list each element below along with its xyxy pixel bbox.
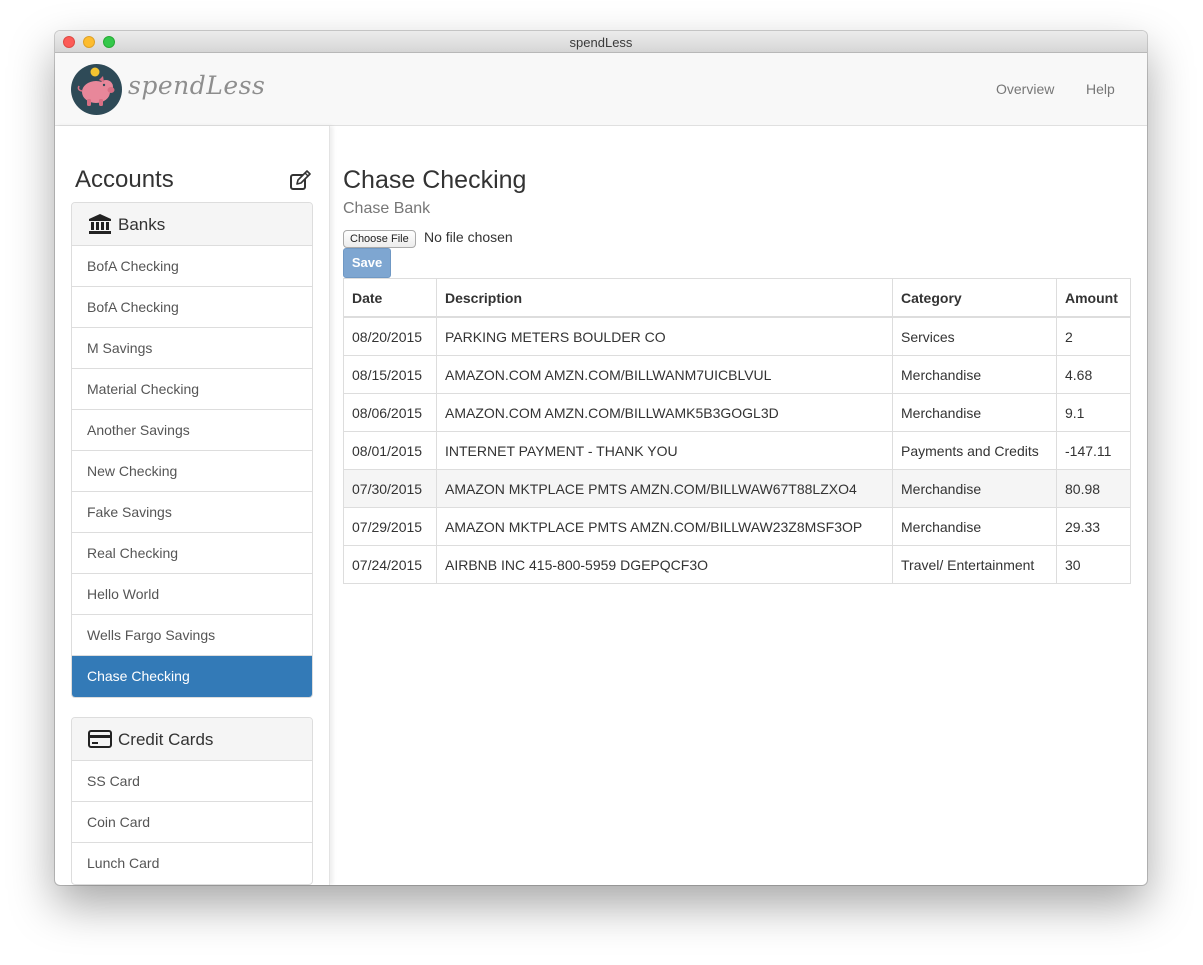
- table-row[interactable]: 08/15/2015 AMAZON.COM AMZN.COM/BILLWANM7…: [343, 355, 1131, 394]
- logo-text[interactable]: spendLess: [128, 71, 265, 100]
- app-window: spendLess spendLess Overview Help Accoun…: [55, 31, 1147, 885]
- cell-description: AMAZON.COM AMZN.COM/BILLWANM7UICBLVUL: [436, 355, 893, 394]
- table-row[interactable]: 08/01/2015 INTERNET PAYMENT - THANK YOU …: [343, 431, 1131, 470]
- sidebar-heading: Accounts: [75, 166, 174, 193]
- credit-cards-panel: Credit Cards SS Card Coin Card Lunch Car…: [71, 717, 313, 885]
- piggy-bank-icon[interactable]: [71, 64, 122, 115]
- column-header-date[interactable]: Date: [343, 278, 437, 318]
- cell-date: 08/20/2015: [343, 316, 437, 356]
- bank-account-item[interactable]: Fake Savings: [72, 492, 312, 533]
- bank-icon: [88, 213, 112, 240]
- cell-category: Travel/ Entertainment: [892, 545, 1057, 584]
- cell-date: 08/06/2015: [343, 393, 437, 432]
- cell-description: INTERNET PAYMENT - THANK YOU: [436, 431, 893, 470]
- table-row-highlighted[interactable]: 07/30/2015 AMAZON MKTPLACE PMTS AMZN.COM…: [343, 469, 1131, 508]
- bank-account-item[interactable]: Material Checking: [72, 369, 312, 410]
- cell-description: AMAZON MKTPLACE PMTS AMZN.COM/BILLWAW67T…: [436, 469, 893, 508]
- cell-description: AMAZON MKTPLACE PMTS AMZN.COM/BILLWAW23Z…: [436, 507, 893, 546]
- bank-account-item[interactable]: Another Savings: [72, 410, 312, 451]
- table-header-row: Date Description Category Amount: [343, 278, 1131, 318]
- cell-category: Payments and Credits: [892, 431, 1057, 470]
- window-title: spendLess: [569, 35, 633, 50]
- bank-account-item[interactable]: Hello World: [72, 574, 312, 615]
- table-row[interactable]: 08/20/2015 PARKING METERS BOULDER CO Ser…: [343, 316, 1131, 356]
- cell-amount: 4.68: [1056, 355, 1131, 394]
- cell-category: Merchandise: [892, 355, 1057, 394]
- credit-card-item[interactable]: Coin Card: [72, 802, 312, 843]
- column-header-description[interactable]: Description: [436, 278, 893, 318]
- cell-category: Merchandise: [892, 393, 1057, 432]
- cell-date: 08/15/2015: [343, 355, 437, 394]
- cell-description: AIRBNB INC 415-800-5959 DGEPQCF3O: [436, 545, 893, 584]
- cell-category: Services: [892, 316, 1057, 356]
- cell-amount: -147.11: [1056, 431, 1131, 470]
- table-row[interactable]: 07/24/2015 AIRBNB INC 415-800-5959 DGEPQ…: [343, 545, 1131, 584]
- bank-name: Chase Bank: [343, 200, 431, 217]
- bank-account-item[interactable]: M Savings: [72, 328, 312, 369]
- cell-date: 07/29/2015: [343, 507, 437, 546]
- cell-amount: 9.1: [1056, 393, 1131, 432]
- cell-date: 08/01/2015: [343, 431, 437, 470]
- nav-overview-link[interactable]: Overview: [996, 81, 1054, 97]
- cell-amount: 2: [1056, 316, 1131, 356]
- bank-account-item[interactable]: BofA Checking: [72, 287, 312, 328]
- save-button[interactable]: Save: [343, 248, 391, 278]
- column-header-amount[interactable]: Amount: [1056, 278, 1131, 318]
- banks-panel-heading: Banks: [72, 203, 312, 246]
- nav-help-link[interactable]: Help: [1086, 81, 1115, 97]
- cell-category: Merchandise: [892, 507, 1057, 546]
- cell-amount: 30: [1056, 545, 1131, 584]
- table-row[interactable]: 08/06/2015 AMAZON.COM AMZN.COM/BILLWAMK5…: [343, 393, 1131, 432]
- banks-panel-label: Banks: [118, 215, 166, 234]
- cell-date: 07/30/2015: [343, 469, 437, 508]
- cell-amount: 29.33: [1056, 507, 1131, 546]
- title-bar: spendLess: [55, 31, 1147, 53]
- banks-panel: Banks BofA Checking BofA Checking M Savi…: [71, 202, 313, 698]
- cell-category: Merchandise: [892, 469, 1057, 508]
- credit-card-item[interactable]: Lunch Card: [72, 843, 312, 884]
- bank-account-item[interactable]: Wells Fargo Savings: [72, 615, 312, 656]
- top-navbar: spendLess Overview Help: [55, 53, 1147, 126]
- edit-icon[interactable]: [289, 170, 311, 192]
- bank-account-item[interactable]: Real Checking: [72, 533, 312, 574]
- cell-date: 07/24/2015: [343, 545, 437, 584]
- cell-description: AMAZON.COM AMZN.COM/BILLWAMK5B3GOGL3D: [436, 393, 893, 432]
- accounts-sidebar: Accounts Banks BofA Checking BofA Checki…: [55, 126, 330, 885]
- choose-file-button[interactable]: Choose File: [343, 230, 416, 248]
- bank-account-item-active[interactable]: Chase Checking: [72, 656, 312, 697]
- credit-card-icon: [88, 728, 112, 755]
- bank-account-item[interactable]: BofA Checking: [72, 246, 312, 287]
- file-status: No file chosen: [424, 229, 513, 245]
- cell-description: PARKING METERS BOULDER CO: [436, 316, 893, 356]
- column-header-category[interactable]: Category: [892, 278, 1057, 318]
- credit-cards-panel-label: Credit Cards: [118, 730, 214, 749]
- bank-account-item[interactable]: New Checking: [72, 451, 312, 492]
- page-title: Chase Checking: [343, 166, 527, 194]
- table-row[interactable]: 07/29/2015 AMAZON MKTPLACE PMTS AMZN.COM…: [343, 507, 1131, 546]
- cell-amount: 80.98: [1056, 469, 1131, 508]
- credit-card-item[interactable]: SS Card: [72, 761, 312, 802]
- credit-cards-panel-heading: Credit Cards: [72, 718, 312, 761]
- transactions-table: Date Description Category Amount 08/20/2…: [343, 278, 1131, 584]
